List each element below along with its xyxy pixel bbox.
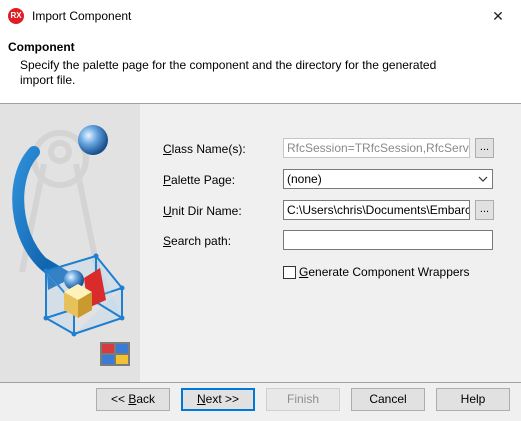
next-button[interactable]: Next >> <box>181 388 255 411</box>
close-button[interactable]: ✕ <box>475 0 521 32</box>
wizard-footer: << Back Next >> Finish Cancel Help <box>0 382 521 421</box>
palette-page-label: Palette Page: <box>163 173 236 187</box>
component-illustration-icon <box>0 104 140 382</box>
finish-button[interactable]: Finish <box>266 388 340 411</box>
class-names-field[interactable]: RfcSession=TRfcSession,RfcServer= <box>283 138 470 158</box>
wizard-body: Class Name(s): RfcSession=TRfcSession,Rf… <box>0 104 521 382</box>
page-title: Component <box>8 40 75 54</box>
unit-dir-label: Unit Dir Name: <box>163 204 242 218</box>
class-names-browse-button[interactable]: ... <box>475 138 494 158</box>
wizard-header: Component Specify the palette page for t… <box>0 32 521 104</box>
chevron-down-icon <box>478 170 488 188</box>
wizard-illustration <box>0 104 140 382</box>
generate-wrappers-label[interactable]: Generate Component Wrappers <box>299 265 470 279</box>
close-icon: ✕ <box>492 7 504 24</box>
unit-dir-browse-button[interactable]: ... <box>475 200 494 220</box>
title-bar: RX Import Component ✕ <box>0 0 521 32</box>
app-logo-icon: RX <box>8 8 24 24</box>
search-path-label: Search path: <box>163 234 232 248</box>
page-description: Specify the palette page for the compone… <box>20 58 437 87</box>
help-button[interactable]: Help <box>436 388 510 411</box>
search-path-field[interactable] <box>283 230 493 250</box>
palette-page-dropdown[interactable]: (none) <box>283 169 493 189</box>
palette-page-value: (none) <box>287 172 322 186</box>
window-title: Import Component <box>32 9 132 23</box>
cancel-button[interactable]: Cancel <box>351 388 425 411</box>
class-names-label: Class Name(s): <box>163 142 246 156</box>
generate-wrappers-checkbox[interactable] <box>283 266 296 279</box>
unit-dir-field[interactable]: C:\Users\chris\Documents\Embarc <box>283 200 470 220</box>
back-button[interactable]: << Back <box>96 388 170 411</box>
